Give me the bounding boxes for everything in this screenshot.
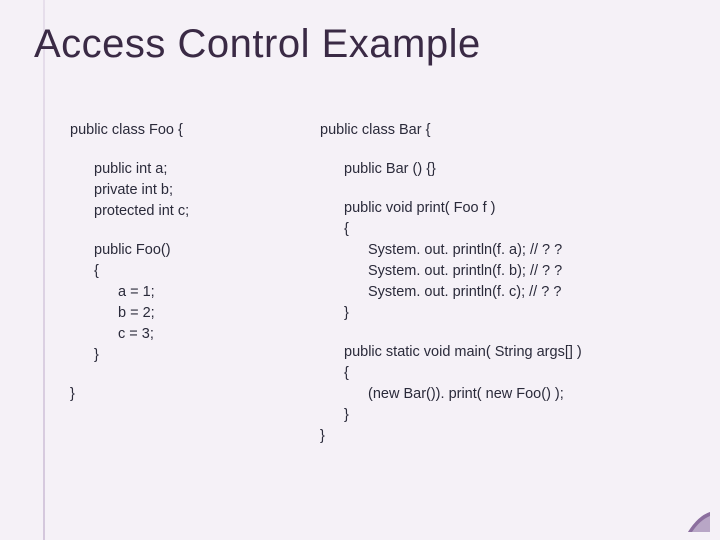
code-line: (new Bar()). print( new Foo() ); (320, 384, 690, 405)
code-line: } (320, 426, 690, 447)
code-line: public void print( Foo f ) (320, 198, 690, 219)
code-line: b = 2; (70, 303, 300, 324)
code-line: System. out. println(f. a); // ? ? (320, 240, 690, 261)
code-line: } (320, 303, 690, 324)
code-line: public class Bar { (320, 120, 690, 141)
page-curl-icon (688, 512, 710, 532)
code-line: public Bar () {} (320, 159, 690, 180)
code-line: } (70, 384, 300, 405)
code-line: System. out. println(f. c); // ? ? (320, 282, 690, 303)
slide-title: Access Control Example (34, 22, 481, 67)
code-line: } (70, 345, 300, 366)
code-line: public class Foo { (70, 120, 300, 141)
code-line: private int b; (70, 180, 300, 201)
code-line: c = 3; (70, 324, 300, 345)
code-line: { (320, 363, 690, 384)
code-line: public Foo() (70, 240, 300, 261)
code-line: a = 1; (70, 282, 300, 303)
code-line: { (320, 219, 690, 240)
code-line: { (70, 261, 300, 282)
code-columns: public class Foo { public int a; private… (70, 120, 690, 447)
code-line: System. out. println(f. b); // ? ? (320, 261, 690, 282)
code-right-column: public class Bar { public Bar () {} publ… (320, 120, 690, 447)
code-line: public int a; (70, 159, 300, 180)
code-left-column: public class Foo { public int a; private… (70, 120, 300, 447)
code-line: public static void main( String args[] ) (320, 342, 690, 363)
code-line: protected int c; (70, 201, 300, 222)
code-line: } (320, 405, 690, 426)
